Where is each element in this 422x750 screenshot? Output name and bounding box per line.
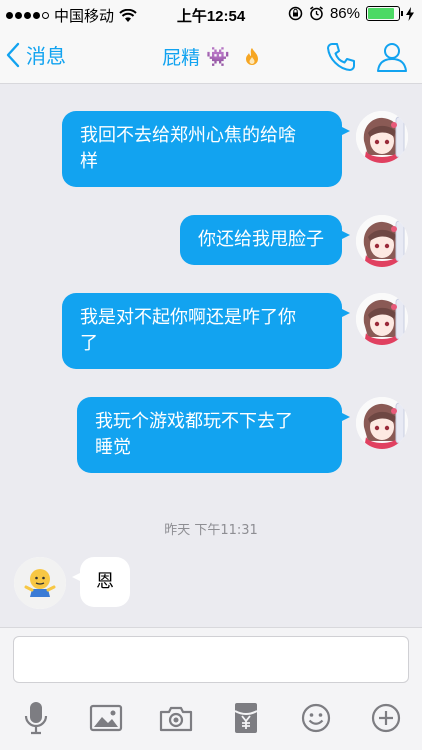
message-input[interactable] <box>13 636 409 683</box>
message-bubble[interactable]: 我回不去给郑州心焦的给啥 样 <box>62 111 350 187</box>
message-outgoing: 我玩个游戏都玩不下去了 睡觉 <box>77 397 408 473</box>
message-text: 了 <box>80 333 98 354</box>
message-outgoing: 我回不去给郑州心焦的给啥 样 <box>62 111 408 187</box>
person-icon <box>377 43 407 72</box>
flame-icon <box>245 47 258 65</box>
alarm-icon <box>310 6 323 21</box>
avatar[interactable] <box>14 557 66 609</box>
message-text: 恩 <box>96 571 114 592</box>
call-button[interactable] <box>324 40 358 78</box>
battery-percent: 86% <box>329 5 360 22</box>
contact-name: 屁精 <box>162 47 201 69</box>
camera-icon <box>159 706 193 732</box>
mic-icon <box>24 702 48 735</box>
camera-button[interactable] <box>156 700 196 736</box>
message-bubble[interactable]: 我玩个游戏都玩不下去了 睡觉 <box>77 397 350 473</box>
message-text: 我回不去给郑州心焦的给啥 <box>80 125 296 146</box>
chat-title: 屁精 👾 <box>0 43 422 70</box>
image-icon <box>89 704 123 732</box>
anime-avatar-icon <box>356 111 408 163</box>
more-button[interactable] <box>366 700 406 736</box>
status-right: 86% <box>288 5 414 22</box>
voice-button[interactable] <box>16 700 56 736</box>
message-incoming: 恩 <box>14 557 130 609</box>
message-text: 我是对不起你啊还是咋了你 <box>80 307 296 328</box>
plus-icon <box>371 703 401 733</box>
message-timestamp: 昨天 下午11:31 <box>164 523 258 538</box>
message-bubble[interactable]: 你还给我甩脸子 <box>180 215 350 265</box>
battery-icon <box>366 6 403 21</box>
red-packet-button[interactable] <box>226 700 266 736</box>
anime-avatar-icon <box>356 293 408 345</box>
emoji-icon <box>301 703 331 733</box>
anime-avatar-icon <box>356 397 408 449</box>
input-toolbar <box>0 700 422 740</box>
image-button[interactable] <box>86 700 126 736</box>
emoji-avatar-icon <box>14 557 66 609</box>
avatar[interactable] <box>356 293 408 345</box>
message-bubble[interactable]: 恩 <box>72 557 130 607</box>
message-text: 睡觉 <box>95 437 131 458</box>
input-area <box>0 627 422 750</box>
avatar[interactable] <box>356 215 408 267</box>
nav-bar: 消息 屁精 👾 <box>0 28 422 84</box>
status-bar: 中国移动 上午12:54 86% <box>0 0 422 28</box>
charging-icon <box>406 6 414 21</box>
message-text: 你还给我甩脸子 <box>198 229 324 250</box>
orientation-lock-icon <box>288 6 303 21</box>
profile-button[interactable] <box>375 40 409 78</box>
anime-avatar-icon <box>356 215 408 267</box>
message-outgoing: 你还给我甩脸子 <box>180 215 408 267</box>
title-emoji: 👾 <box>206 46 230 68</box>
avatar[interactable] <box>356 111 408 163</box>
chat-area[interactable]: 我回不去给郑州心焦的给啥 样 你还给我甩脸子 我是对不起你啊还是咋了你 了 我玩… <box>0 85 422 627</box>
message-text: 我玩个游戏都玩不下去了 <box>95 411 293 432</box>
message-outgoing: 我是对不起你啊还是咋了你 了 <box>62 293 408 369</box>
avatar[interactable] <box>356 397 408 449</box>
red-packet-icon <box>234 703 258 733</box>
message-text: 样 <box>80 151 98 172</box>
phone-icon <box>327 43 355 71</box>
message-bubble[interactable]: 我是对不起你啊还是咋了你 了 <box>62 293 350 369</box>
emoji-button[interactable] <box>296 700 336 736</box>
